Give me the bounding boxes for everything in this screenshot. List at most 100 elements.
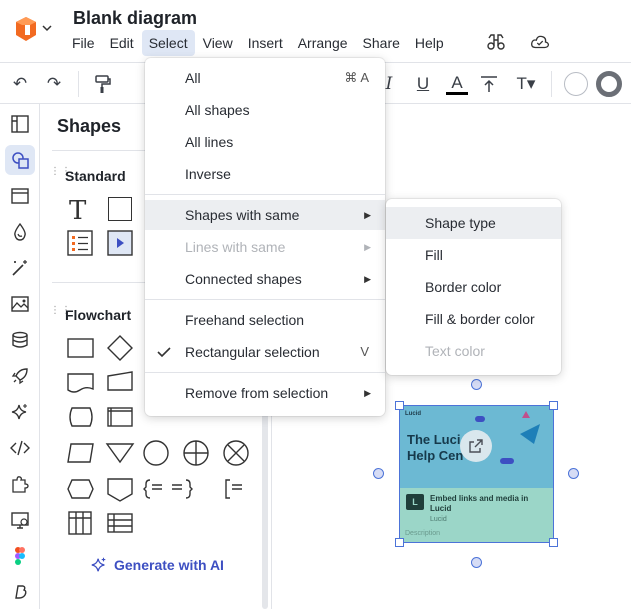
sparkle-icon <box>91 557 106 572</box>
text-color-item: Text color <box>386 335 561 367</box>
card-headline: The Luci Help Cen <box>407 432 464 463</box>
text-align-top-icon[interactable] <box>478 73 500 95</box>
connected-shapes-item[interactable]: Connected shapes ▶ <box>145 264 385 294</box>
video-shape[interactable] <box>107 230 133 256</box>
menu-divider <box>145 299 385 300</box>
generate-with-ai-button[interactable]: Generate with AI <box>90 556 224 574</box>
connection-point[interactable] <box>471 379 482 390</box>
select-all-lines-item[interactable]: All lines <box>145 127 385 157</box>
shapes-icon[interactable] <box>5 145 35 175</box>
text-color-icon[interactable]: A <box>446 73 468 95</box>
menu-item-label: Fill <box>425 247 443 263</box>
shapes-with-same-submenu: Shape type Fill Border color Fill & bord… <box>386 199 561 375</box>
border-color-item[interactable]: Border color <box>386 271 561 303</box>
underline-icon[interactable]: U <box>412 73 434 95</box>
select-menu: All ⌘ A All shapes All lines Inverse Sha… <box>145 58 385 416</box>
menu-item-label: Connected shapes <box>185 271 302 287</box>
menu-file[interactable]: File <box>65 30 102 56</box>
fill-color-swatch[interactable] <box>564 72 588 96</box>
menu-item-label: Fill & border color <box>425 311 535 327</box>
section-flowchart-title[interactable]: Flowchart <box>65 307 131 323</box>
rocket-icon[interactable] <box>5 361 35 391</box>
select-all-item[interactable]: All ⌘ A <box>145 63 385 93</box>
rectangle-shape[interactable] <box>108 197 132 221</box>
lucid-logo-icon[interactable] <box>14 16 38 42</box>
frame-icon[interactable] <box>5 181 35 211</box>
binoculars-icon[interactable] <box>486 32 506 52</box>
submenu-arrow-icon: ▶ <box>364 274 371 284</box>
select-all-shapes-item[interactable]: All shapes <box>145 95 385 125</box>
toolbar-divider <box>78 71 79 97</box>
drag-handle-icon[interactable]: ⋮⋮ <box>50 167 71 182</box>
menu-item-label: Border color <box>425 279 502 295</box>
shape-type-item[interactable]: Shape type <box>386 207 561 239</box>
menu-item-label: Freehand selection <box>185 312 305 328</box>
menu-item-label: Text color <box>425 343 485 359</box>
connection-point[interactable] <box>471 557 482 568</box>
menu-view[interactable]: View <box>196 30 240 56</box>
cloud-saved-icon[interactable] <box>530 32 550 52</box>
card-embed-source: Lucid <box>430 516 447 523</box>
card-embed-title: Embed links and media in Lucid <box>430 494 529 513</box>
resize-handle[interactable] <box>395 401 404 410</box>
card-brand: Lucid <box>405 411 421 417</box>
menu-help[interactable]: Help <box>408 30 451 56</box>
brand-b-icon[interactable] <box>5 577 35 607</box>
document-title[interactable]: Blank diagram <box>73 8 197 29</box>
rectangular-selection-item[interactable]: Rectangular selection V <box>145 337 385 367</box>
chevron-down-icon[interactable] <box>42 24 52 32</box>
menu-bar: File Edit Select View Insert Arrange Sha… <box>65 30 452 56</box>
select-inverse-item[interactable]: Inverse <box>145 159 385 189</box>
shortcut-label: V <box>360 344 369 359</box>
text-options-icon[interactable]: T▾ <box>513 73 539 95</box>
menu-select[interactable]: Select <box>141 30 195 56</box>
border-color-swatch[interactable] <box>596 71 622 97</box>
submenu-arrow-icon: ▶ <box>364 210 371 220</box>
embedded-link-card[interactable]: Lucid The Luci Help Cen L Embed links an… <box>399 405 554 543</box>
menu-item-label: All lines <box>185 134 234 150</box>
menu-share[interactable]: Share <box>356 30 407 56</box>
menu-item-label: Remove from selection <box>185 385 329 401</box>
connection-point[interactable] <box>568 468 579 479</box>
menu-divider <box>145 372 385 373</box>
menu-item-label: All <box>185 70 201 86</box>
format-painter-icon[interactable] <box>92 73 114 95</box>
menu-arrange[interactable]: Arrange <box>291 30 355 56</box>
freehand-selection-item[interactable]: Freehand selection <box>145 305 385 335</box>
menu-edit[interactable]: Edit <box>103 30 141 56</box>
menu-divider <box>145 194 385 195</box>
resize-handle[interactable] <box>549 401 558 410</box>
resize-handle[interactable] <box>395 538 404 547</box>
magic-wand-icon[interactable] <box>5 253 35 283</box>
section-standard-title[interactable]: Standard <box>65 168 126 184</box>
list-shape[interactable] <box>67 230 93 256</box>
connection-point[interactable] <box>373 468 384 479</box>
drop-icon[interactable] <box>5 217 35 247</box>
decor-pill <box>475 416 485 422</box>
generate-with-ai-label: Generate with AI <box>114 557 224 573</box>
remove-from-selection-item[interactable]: Remove from selection ▶ <box>145 378 385 408</box>
pages-icon[interactable] <box>5 109 35 139</box>
redo-icon[interactable]: ↷ <box>43 73 65 95</box>
database-icon[interactable] <box>5 325 35 355</box>
undo-icon[interactable]: ↶ <box>9 73 31 95</box>
code-icon[interactable] <box>5 433 35 463</box>
fill-and-border-color-item[interactable]: Fill & border color <box>386 303 561 335</box>
image-icon[interactable] <box>5 289 35 319</box>
shapes-with-same-item[interactable]: Shapes with same ▶ <box>145 200 385 230</box>
fill-item[interactable]: Fill <box>386 239 561 271</box>
screen-share-icon[interactable] <box>5 505 35 535</box>
menu-item-label: Inverse <box>185 166 231 182</box>
puzzle-icon[interactable] <box>5 469 35 499</box>
checkmark-icon <box>157 347 171 358</box>
menu-insert[interactable]: Insert <box>241 30 290 56</box>
open-link-button[interactable] <box>460 430 492 462</box>
resize-handle[interactable] <box>549 538 558 547</box>
lines-with-same-item: Lines with same ▶ <box>145 232 385 262</box>
sparkle-icon[interactable] <box>5 397 35 427</box>
text-shape[interactable]: T <box>69 196 86 226</box>
drag-handle-icon[interactable]: ⋮⋮ <box>50 306 71 321</box>
menu-item-label: Shapes with same <box>185 207 300 223</box>
figma-icon[interactable] <box>5 541 35 571</box>
app-header: Blank diagram File Edit Select View Inse… <box>0 0 631 62</box>
